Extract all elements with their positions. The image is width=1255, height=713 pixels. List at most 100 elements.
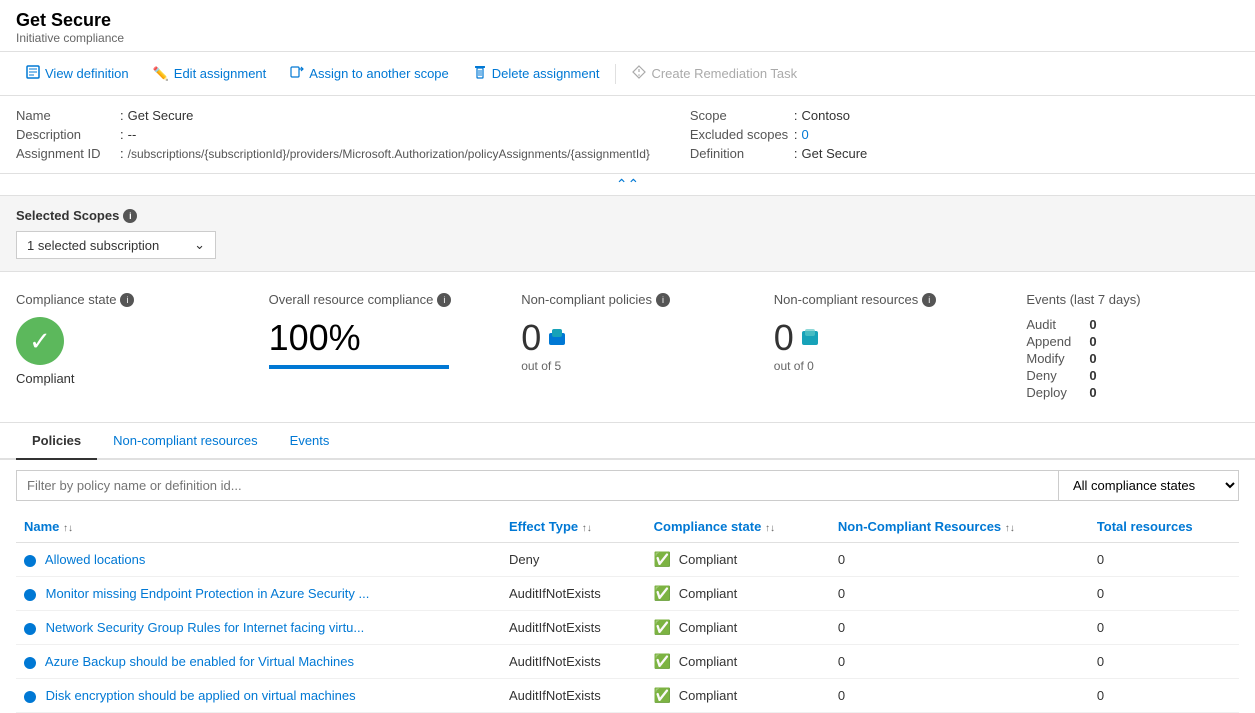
meta-name-label: Name xyxy=(16,108,116,123)
non-compliant-resources-title: Non-compliant resources i xyxy=(774,292,987,307)
sort-non-compliant-icon[interactable]: ↑↓ xyxy=(1005,523,1015,534)
events-list: Audit 0 Append 0 Modify 0 Deny 0 Deploy … xyxy=(1026,317,1239,400)
event-deny-label: Deny xyxy=(1026,368,1081,383)
meta-scope-value: Contoso xyxy=(802,108,850,123)
row-compliance-value: Compliant xyxy=(679,586,738,601)
delete-assignment-button[interactable]: Delete assignment xyxy=(463,60,610,87)
cell-total-1: 0 xyxy=(1089,577,1239,611)
cell-name-0: Allowed locations xyxy=(16,543,501,577)
event-audit-label: Audit xyxy=(1026,317,1081,332)
row-compliance-value: Compliant xyxy=(679,654,738,669)
non-compliant-resources-info-icon: i xyxy=(922,293,936,307)
policy-cube-icon xyxy=(547,327,567,350)
policy-name-link-0[interactable]: Allowed locations xyxy=(45,552,145,567)
policy-name-link-1[interactable]: Monitor missing Endpoint Protection in A… xyxy=(46,586,370,601)
meta-description-value: -- xyxy=(128,127,137,142)
cell-compliance-2: ✅ Compliant xyxy=(646,611,830,645)
compliance-state-metric: Compliance state i ✓ Compliant xyxy=(16,292,229,402)
table-row: Network Security Group Rules for Interne… xyxy=(16,611,1239,645)
non-compliant-resources-out-of: out of 0 xyxy=(774,359,987,373)
compliance-state-title: Compliance state i xyxy=(16,292,229,307)
filter-bar: All compliance states xyxy=(0,460,1255,511)
cell-name-3: Azure Backup should be enabled for Virtu… xyxy=(16,645,501,679)
meta-definition-row: Definition : Get Secure xyxy=(690,146,1239,161)
event-modify-label: Modify xyxy=(1026,351,1081,366)
policy-row-dot-icon xyxy=(24,589,36,601)
progress-bar-container xyxy=(269,365,482,369)
event-append-label: Append xyxy=(1026,334,1081,349)
cell-name-4: Disk encryption should be applied on vir… xyxy=(16,679,501,713)
delete-icon xyxy=(473,65,487,82)
view-definition-button[interactable]: View definition xyxy=(16,60,139,87)
meta-description-row: Description : -- xyxy=(16,127,650,142)
compliance-state-filter[interactable]: All compliance states xyxy=(1059,470,1239,501)
cell-total-4: 0 xyxy=(1089,679,1239,713)
sort-name-icon[interactable]: ↑↓ xyxy=(63,523,73,534)
table-row: Monitor missing Endpoint Protection in A… xyxy=(16,577,1239,611)
table-row: Disk encryption should be applied on vir… xyxy=(16,679,1239,713)
table-row: Allowed locations Deny ✅ Compliant 0 0 xyxy=(16,543,1239,577)
event-append-value: 0 xyxy=(1089,334,1096,349)
create-remediation-button[interactable]: Create Remediation Task xyxy=(622,60,807,87)
metadata-right: Scope : Contoso Excluded scopes : 0 Defi… xyxy=(690,108,1239,161)
cell-name-2: Network Security Group Rules for Interne… xyxy=(16,611,501,645)
event-audit-row: Audit 0 xyxy=(1026,317,1239,332)
policy-filter-input[interactable] xyxy=(16,470,1059,501)
page-title: Get Secure xyxy=(16,10,1239,31)
collapse-button[interactable]: ⌃⌃ xyxy=(0,174,1255,196)
event-deny-row: Deny 0 xyxy=(1026,368,1239,383)
policy-name-link-3[interactable]: Azure Backup should be enabled for Virtu… xyxy=(45,654,354,669)
meta-definition-value: Get Secure xyxy=(802,146,868,161)
row-compliant-icon: ✅ xyxy=(654,619,671,635)
toolbar: View definition ✏️ Edit assignment Assig… xyxy=(0,52,1255,96)
page-subtitle: Initiative compliance xyxy=(16,31,1239,45)
compliance-icon: ✓ xyxy=(16,317,64,365)
policy-row-dot-icon xyxy=(24,623,36,635)
cell-total-2: 0 xyxy=(1089,611,1239,645)
edit-icon: ✏️ xyxy=(153,66,169,82)
cell-effect-0: Deny xyxy=(501,543,646,577)
non-compliant-resources-metric: Non-compliant resources i 0 out of 0 xyxy=(774,292,987,402)
cell-compliance-1: ✅ Compliant xyxy=(646,577,830,611)
policies-table-container: Name ↑↓ Effect Type ↑↓ Compliance state … xyxy=(0,511,1255,713)
view-definition-label: View definition xyxy=(45,66,129,81)
cell-effect-1: AuditIfNotExists xyxy=(501,577,646,611)
edit-assignment-button[interactable]: ✏️ Edit assignment xyxy=(143,61,277,87)
meta-name-row: Name : Get Secure xyxy=(16,108,650,123)
non-compliant-policies-out-of: out of 5 xyxy=(521,359,734,373)
sort-compliance-icon[interactable]: ↑↓ xyxy=(765,523,775,534)
tab-policies[interactable]: Policies xyxy=(16,423,97,460)
meta-description-label: Description xyxy=(16,127,116,142)
tab-events[interactable]: Events xyxy=(274,423,346,460)
policy-name-link-4[interactable]: Disk encryption should be applied on vir… xyxy=(46,688,356,703)
scope-dropdown[interactable]: 1 selected subscription ⌄ xyxy=(16,231,216,259)
tab-non-compliant-resources[interactable]: Non-compliant resources xyxy=(97,423,274,460)
policy-name-link-2[interactable]: Network Security Group Rules for Interne… xyxy=(46,620,365,635)
row-compliance-value: Compliant xyxy=(679,620,738,635)
sort-effect-icon[interactable]: ↑↓ xyxy=(582,523,592,534)
cell-effect-3: AuditIfNotExists xyxy=(501,645,646,679)
table-row: Azure Backup should be enabled for Virtu… xyxy=(16,645,1239,679)
assign-scope-label: Assign to another scope xyxy=(309,66,448,81)
cell-non-compliant-0: 0 xyxy=(830,543,1089,577)
assign-scope-button[interactable]: Assign to another scope xyxy=(280,60,458,87)
event-deploy-label: Deploy xyxy=(1026,385,1081,400)
row-compliance-value: Compliant xyxy=(679,552,738,567)
assign-scope-icon xyxy=(290,65,304,82)
overall-compliance-value: 100% xyxy=(269,317,482,359)
non-compliant-policies-value: 0 xyxy=(521,317,541,359)
row-compliant-icon: ✅ xyxy=(654,687,671,703)
meta-excluded-value[interactable]: 0 xyxy=(802,127,809,142)
view-definition-icon xyxy=(26,65,40,82)
scope-section: Selected Scopes i 1 selected subscriptio… xyxy=(0,196,1255,272)
col-effect-type: Effect Type ↑↓ xyxy=(501,511,646,543)
cell-non-compliant-1: 0 xyxy=(830,577,1089,611)
remediation-icon xyxy=(632,65,646,82)
meta-assignment-id-label: Assignment ID xyxy=(16,146,116,161)
delete-assignment-label: Delete assignment xyxy=(492,66,600,81)
overall-compliance-info-icon: i xyxy=(437,293,451,307)
table-body: Allowed locations Deny ✅ Compliant 0 0 M… xyxy=(16,543,1239,713)
scope-title: Selected Scopes i xyxy=(16,208,1239,223)
cell-effect-4: AuditIfNotExists xyxy=(501,679,646,713)
col-non-compliant-resources: Non-Compliant Resources ↑↓ xyxy=(830,511,1089,543)
